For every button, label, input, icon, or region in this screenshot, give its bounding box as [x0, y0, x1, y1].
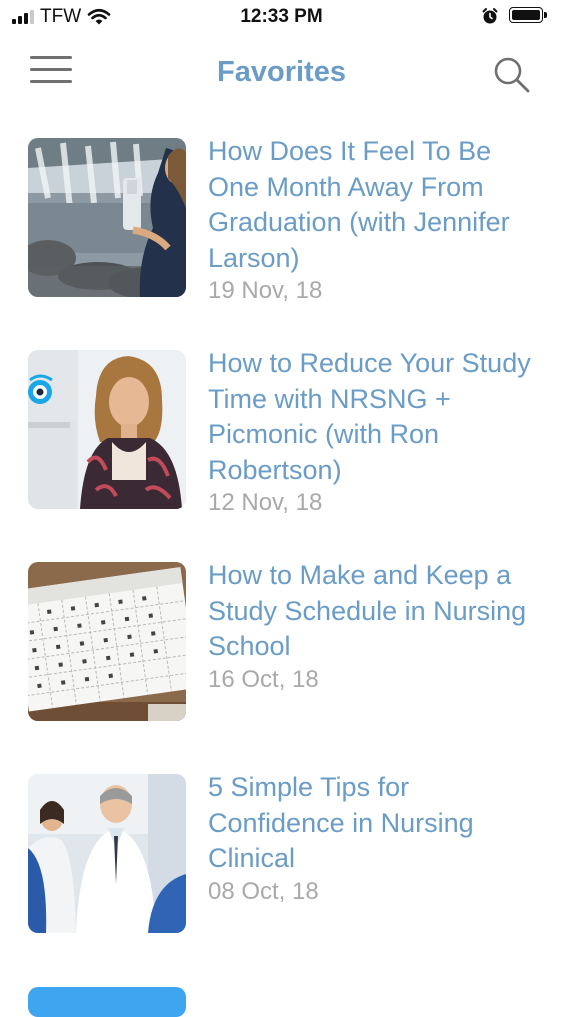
- status-time: 12:33 PM: [240, 6, 323, 27]
- favorite-title: How to Make and Keep a Study Schedule in…: [208, 558, 543, 695]
- bottom-action-button[interactable]: [28, 987, 186, 1017]
- page-title: Favorites: [217, 56, 346, 88]
- favorite-title: 5 Simple Tips for Confidence in Nursing …: [208, 770, 543, 907]
- waterfall-graduate-photo: [28, 138, 186, 297]
- battery-icon: [509, 7, 549, 25]
- calendar-photo: [28, 562, 186, 721]
- favorite-title-text: 5 Simple Tips for Confidence in Nursing …: [208, 772, 474, 873]
- favorite-title-text: How Does It Feel To Be One Month Away Fr…: [208, 136, 510, 273]
- favorite-date: 08 Oct, 18: [208, 877, 319, 905]
- doctors-photo: [28, 774, 186, 933]
- favorite-date: 12 Nov, 18: [208, 489, 323, 516]
- favorite-title-text: How to Reduce Your Study Time with NRSNG…: [208, 348, 531, 485]
- status-bar: TFW 12:33 PM: [0, 0, 563, 36]
- favorite-title: How to Reduce Your Study Time with NRSNG…: [208, 346, 543, 518]
- search-icon[interactable]: [491, 54, 533, 96]
- nav-bar: Favorites: [0, 44, 563, 104]
- favorite-title: How Does It Feel To Be One Month Away Fr…: [208, 134, 543, 306]
- status-right: [481, 7, 549, 25]
- favorite-date: 19 Nov, 18: [208, 277, 323, 304]
- student-laptop-photo: [28, 350, 186, 509]
- alarm-icon: [482, 8, 498, 24]
- favorite-title-text: How to Make and Keep a Study Schedule in…: [208, 560, 527, 661]
- favorite-date: 16 Oct, 18: [208, 665, 319, 693]
